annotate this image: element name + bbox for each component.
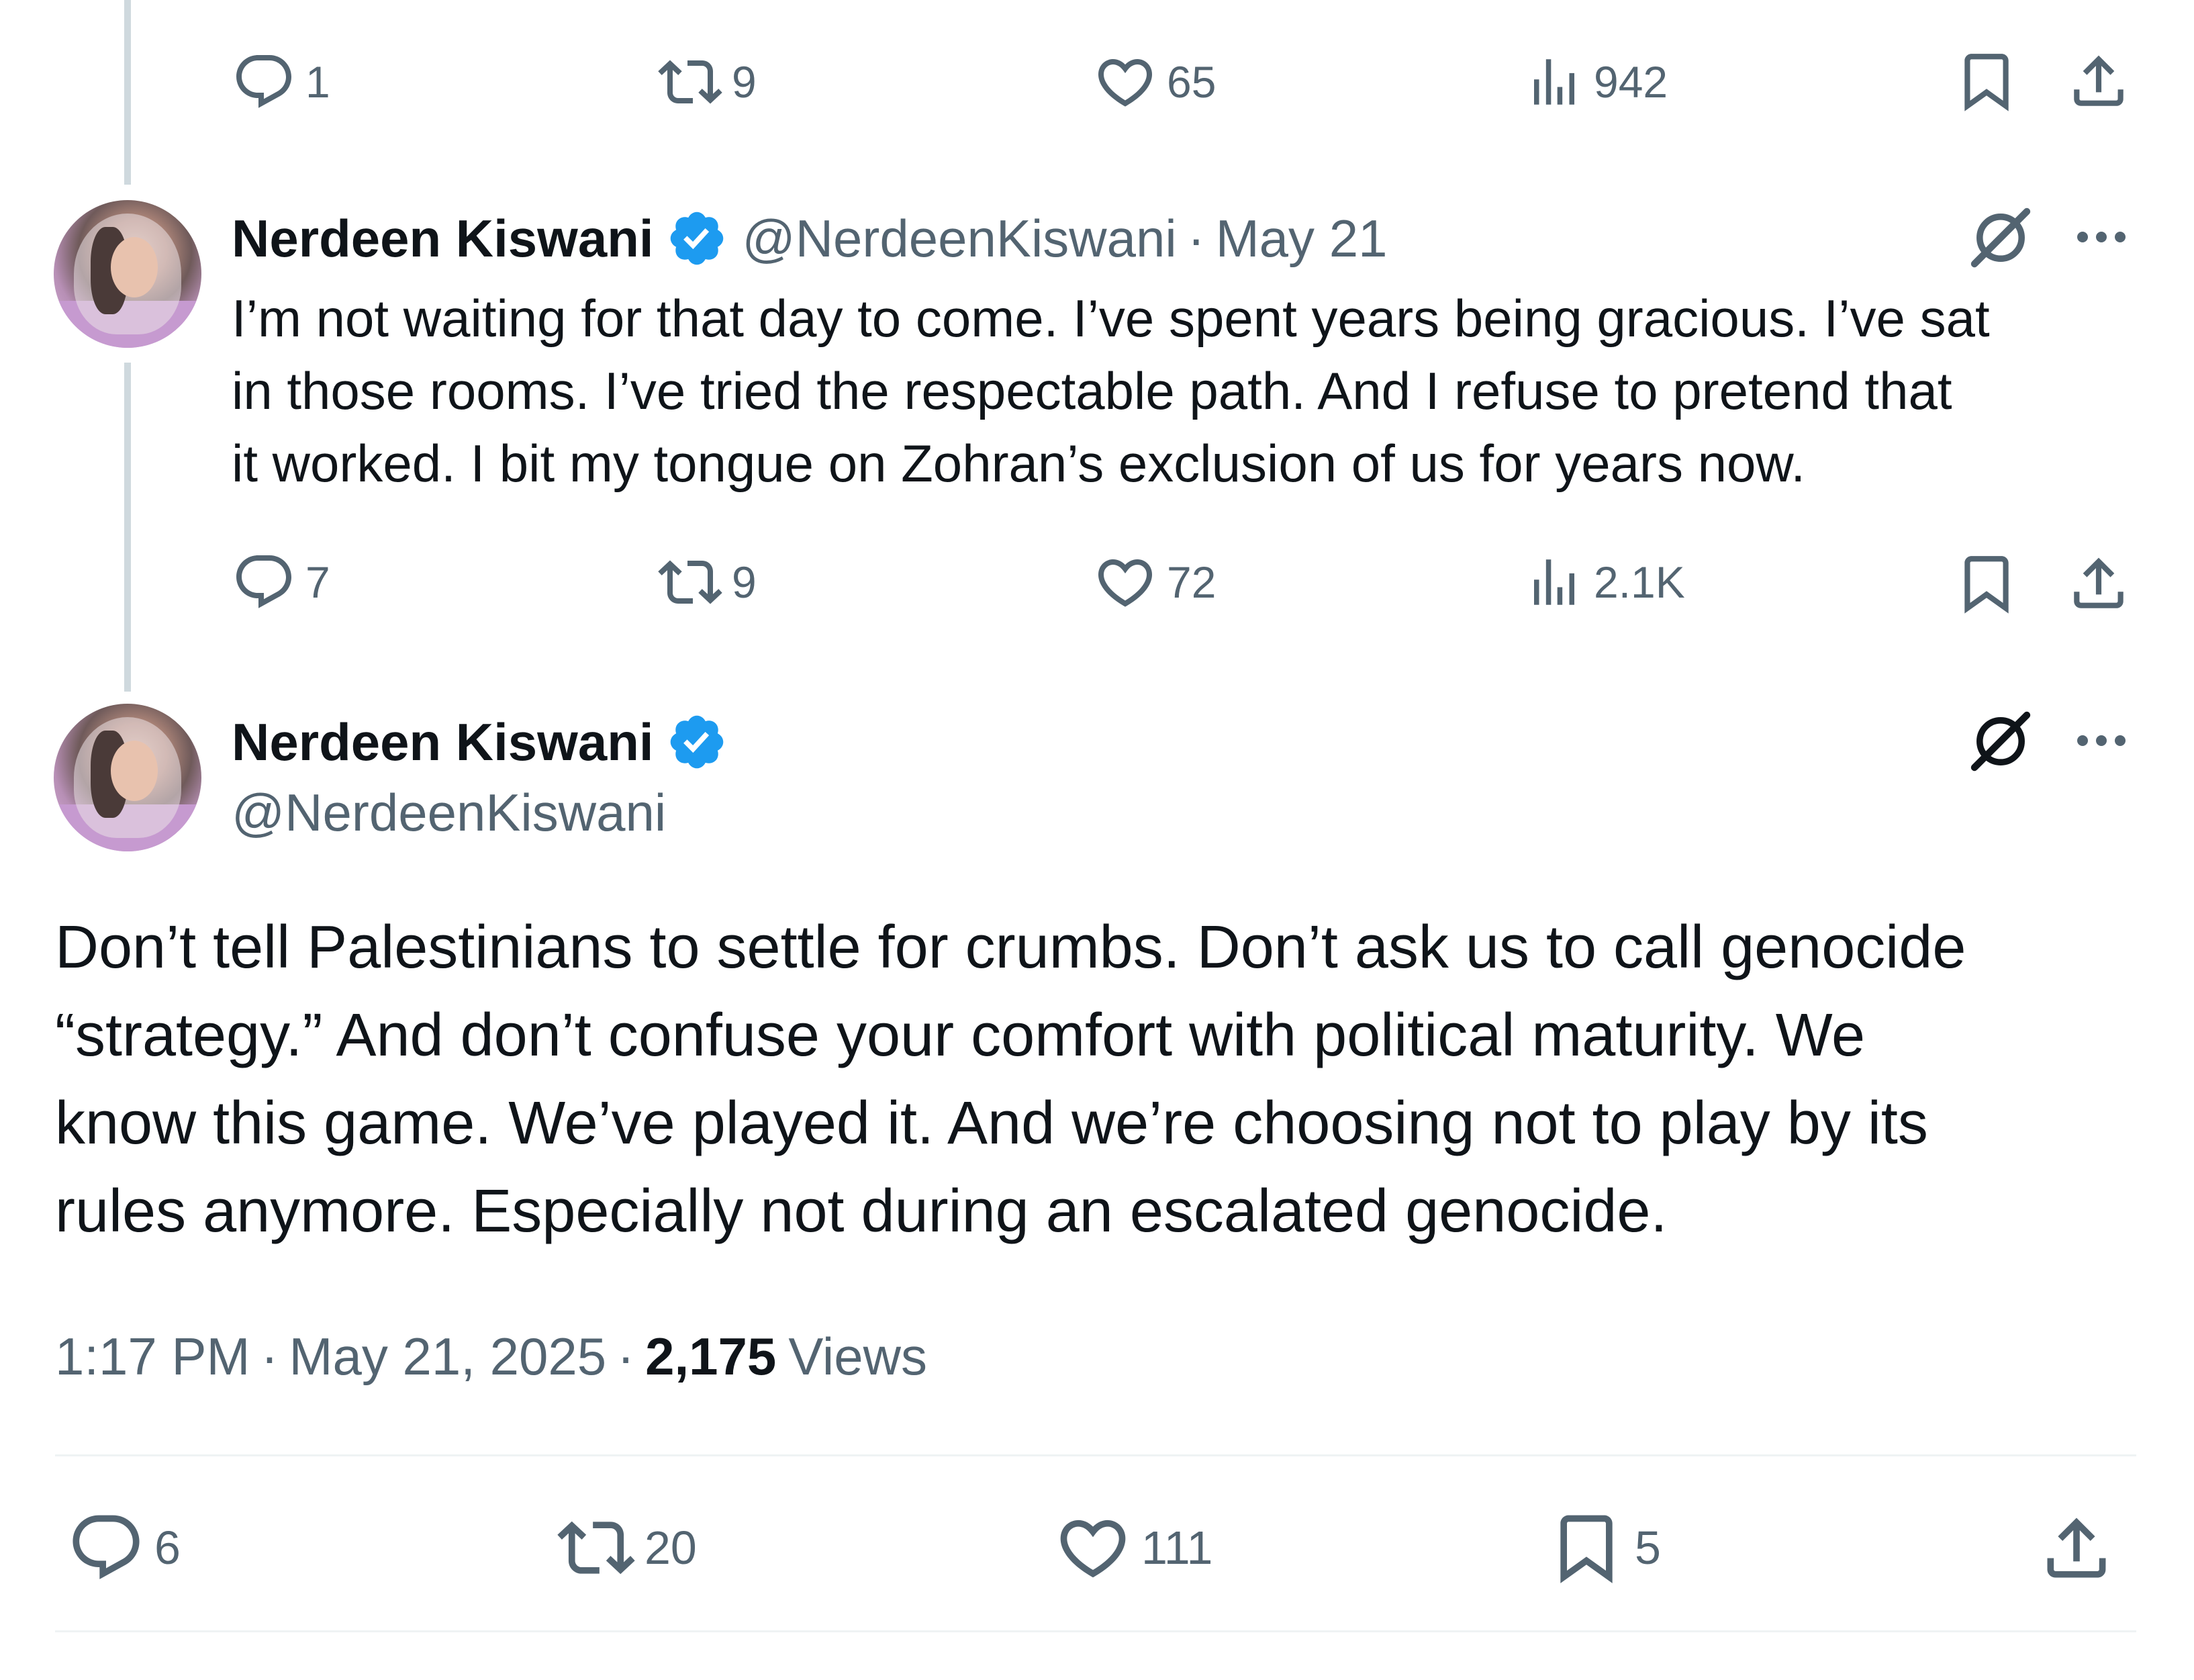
repost-icon: [658, 50, 722, 114]
like-button[interactable]: 111: [1054, 1511, 1212, 1585]
like-icon: [1093, 550, 1157, 614]
share-button[interactable]: [2038, 1509, 2115, 1587]
share-button[interactable]: [2066, 48, 2132, 114]
more-options-button[interactable]: [2069, 708, 2134, 773]
user-handle[interactable]: @NerdeenKiswani: [743, 208, 1177, 269]
views-icon: [1524, 52, 1584, 112]
share-icon: [2066, 48, 2132, 114]
tweet-text: I’m not waiting for that day to come. I’…: [232, 282, 1990, 500]
reply-icon: [232, 50, 296, 114]
like-count: 65: [1167, 57, 1217, 107]
tweet-text-line: “strategy.” And don’t confuse your comfo…: [55, 1002, 1866, 1069]
reply-icon: [67, 1509, 145, 1587]
bookmark-icon: [1954, 551, 2019, 616]
repost-icon: [658, 550, 722, 614]
reply-count: 7: [305, 557, 330, 607]
bookmark-button[interactable]: [1954, 48, 2019, 114]
like-button[interactable]: 72: [1093, 552, 1216, 612]
views-label: Views: [788, 1326, 927, 1386]
handle-row: @NerdeenKiswani: [232, 779, 666, 846]
avatar[interactable]: [54, 200, 201, 348]
reply-button[interactable]: 6: [67, 1511, 181, 1585]
verified-badge-icon: [666, 207, 728, 269]
bookmark-icon: [1547, 1509, 1625, 1587]
divider-bottom: [55, 1630, 2136, 1632]
views-button[interactable]: 2.1K: [1524, 552, 1685, 612]
reply-count: 6: [154, 1522, 181, 1574]
bookmark-button[interactable]: [1954, 551, 2019, 616]
tweet-time[interactable]: 1:17 PM: [55, 1326, 250, 1387]
reply-button[interactable]: 1: [232, 55, 330, 109]
repost-count: 20: [645, 1522, 697, 1574]
more-options-button[interactable]: [2069, 205, 2134, 269]
repost-count: 9: [732, 557, 757, 607]
share-button[interactable]: [2066, 551, 2132, 616]
tweet-header: Nerdeen Kiswani @NerdeenKiswani · May 21: [232, 201, 1387, 275]
reply-count: 1: [305, 57, 330, 107]
bookmark-count: 5: [1635, 1522, 1661, 1574]
share-icon: [2066, 551, 2132, 616]
user-handle[interactable]: @NerdeenKiswani: [232, 782, 666, 843]
repost-button[interactable]: 9: [658, 55, 757, 109]
like-button[interactable]: 65: [1093, 55, 1216, 109]
separator-dot: ·: [1187, 208, 1205, 268]
grok-button[interactable]: [1966, 203, 2036, 273]
like-icon: [1054, 1509, 1132, 1587]
repost-button[interactable]: 20: [557, 1511, 697, 1585]
views-button[interactable]: 942: [1524, 55, 1668, 109]
tweet-header: Nerdeen Kiswani: [232, 705, 728, 779]
display-name[interactable]: Nerdeen Kiswani: [232, 208, 654, 269]
share-icon: [2038, 1509, 2115, 1587]
like-count: 72: [1167, 557, 1217, 607]
repost-icon: [557, 1509, 635, 1587]
tweet-date[interactable]: May 21: [1216, 208, 1388, 269]
thread-line-middle: [124, 363, 131, 692]
more-icon: [2069, 205, 2134, 269]
verified-badge-icon: [666, 711, 728, 773]
tweet-text-line: know this game. We’ve played it. And we’…: [55, 1090, 1928, 1157]
separator-dot: ·: [617, 1326, 635, 1386]
grok-icon: [1966, 203, 2036, 273]
views-count: 2,175: [645, 1326, 777, 1386]
repost-button[interactable]: 9: [658, 552, 757, 612]
avatar[interactable]: [54, 704, 201, 851]
views-count: 942: [1594, 57, 1668, 107]
bookmark-button[interactable]: 5: [1547, 1511, 1661, 1585]
divider-top: [55, 1454, 2136, 1456]
tweet-text-line: in those rooms. I’ve tried the respectab…: [232, 361, 1952, 420]
like-count: 111: [1141, 1522, 1213, 1574]
tweet-text-line: rules anymore. Especially not during an …: [55, 1178, 1668, 1245]
views-count: 2.1K: [1594, 557, 1685, 607]
views-icon: [1524, 552, 1584, 612]
reply-button[interactable]: 7: [232, 552, 330, 612]
tweet-date[interactable]: May 21, 2025: [289, 1326, 606, 1387]
tweet-text-line: Don’t tell Palestinians to settle for cr…: [55, 914, 1966, 981]
separator-dot: ·: [260, 1326, 279, 1386]
tweet-text-line: it worked. I bit my tongue on Zohran’s e…: [232, 434, 1806, 493]
grok-icon: [1966, 706, 2036, 776]
more-icon: [2069, 708, 2134, 773]
tweet-text: Don’t tell Palestinians to settle for cr…: [55, 904, 1966, 1256]
bookmark-icon: [1954, 48, 2019, 114]
thread-line-top: [124, 0, 131, 185]
like-icon: [1093, 50, 1157, 114]
tweet-meta: 1:17 PM · May 21, 2025 · 2,175 Views: [55, 1323, 927, 1390]
grok-button[interactable]: [1966, 706, 2036, 776]
reply-icon: [232, 550, 296, 614]
repost-count: 9: [732, 57, 757, 107]
display-name[interactable]: Nerdeen Kiswani: [232, 712, 654, 773]
tweet-text-line: I’m not waiting for that day to come. I’…: [232, 289, 1990, 348]
